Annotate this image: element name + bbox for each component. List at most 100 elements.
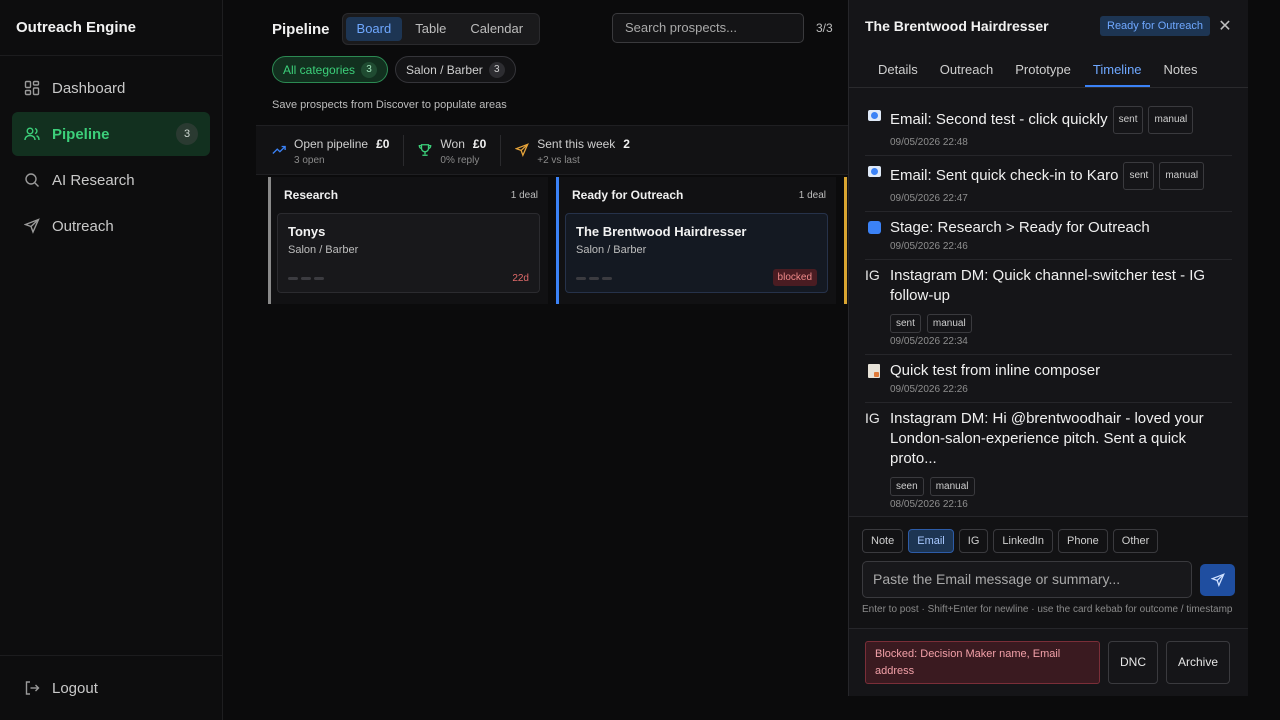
tab-outreach[interactable]: Outreach [932,62,1001,87]
stage-badge[interactable]: Ready for Outreach [1100,16,1210,36]
channel-selector: Note Email IG LinkedIn Phone Other [862,529,1235,553]
users-icon [24,127,40,141]
stat-value: £0 [376,136,390,151]
stat-sub: 0% reply [440,154,480,166]
tab-board[interactable]: Board [345,17,403,41]
logout-icon [25,681,40,695]
logout-button[interactable]: Logout [0,655,222,720]
close-icon[interactable]: ✕ [1218,16,1232,36]
send-icon [1210,573,1225,587]
blocked-reason: Blocked: Decision Maker name, Email addr… [865,641,1100,684]
category-filters: All categories 3 Salon / Barber 3 [272,56,523,83]
timestamp: 09/05/2026 22:34 [890,336,968,347]
tab-table[interactable]: Table [404,17,457,41]
tab-prototype[interactable]: Prototype [1007,62,1079,87]
channel-other[interactable]: Other [1112,529,1159,553]
archive-button[interactable]: Archive [1166,641,1231,684]
tag: sent [1123,162,1155,190]
column-research: Research 1 deal Tonys Salon / Barber 22d [268,177,548,304]
deal-title: Tonys [288,224,326,239]
composer-hint: Enter to post · Shift+Enter for newline … [862,604,1233,615]
pipeline-main: Pipeline Board Table Calendar Search pro… [224,0,848,720]
channel-phone[interactable]: Phone [1057,529,1108,553]
deal-age: 22d [512,273,529,284]
stats-bar: Open pipeline £0 3 open Won £0 0% reply Se… [256,125,848,175]
sidebar-item-label: Pipeline [52,125,110,143]
deal-category: Salon / Barber [576,244,647,256]
chip-count: 3 [488,61,505,78]
timeline-item: Quick test from inline composer 09/05/20… [865,355,1232,403]
timestamp: 09/05/2026 22:26 [890,384,968,395]
sidebar-item-ai-research[interactable]: AI Research [12,158,210,202]
tab-notes[interactable]: Notes [1156,62,1206,87]
progress-dots [576,277,615,280]
stat-value: £0 [472,136,487,151]
timeline-text: Stage: Research > Ready for Outreach [890,219,1150,236]
deal-card[interactable]: The Brentwood Hairdresser Salon / Barber… [565,213,828,293]
channel-note[interactable]: Note [862,529,904,553]
channel-email[interactable]: Email [908,529,954,553]
sidebar-item-dashboard[interactable]: Dashboard [12,66,210,110]
stat-sub: 3 open [294,154,325,166]
channel-ig[interactable]: IG [958,529,989,553]
sidebar-item-pipeline[interactable]: Pipeline 3 [12,112,210,156]
timestamp: 09/05/2026 22:46 [890,241,968,252]
pipeline-count-badge: 3 [176,123,198,145]
timeline-text: Instagram DM: Quick channel-switcher tes… [890,267,1206,304]
timeline-item: IG Instagram DM: Hi @brentwoodhair - lov… [865,403,1232,516]
view-switcher: Board Table Calendar [341,13,541,45]
tag: sent [890,314,921,333]
dnc-button[interactable]: DNC [1108,641,1158,684]
timeline-item: Email: Second test - click quickly sent ma… [865,100,1232,156]
composer-input[interactable]: Paste the Email message or summary... [862,561,1193,598]
prospect-name: The Brentwood Hairdresser [865,18,1049,34]
chip-all-categories[interactable]: All categories 3 [272,56,389,83]
tag: manual [929,477,975,496]
drawer-footer: Blocked: Decision Maker name, Email addr… [849,628,1248,696]
send-button[interactable] [1200,564,1235,596]
sidebar-nav: Dashboard Pipeline 3 AI Research Outreac… [0,56,222,248]
page-title: Pipeline [272,20,330,38]
stat-sent-this-week: Sent this week 2 +2 vs last [515,135,644,166]
sidebar-item-label: Dashboard [52,79,126,97]
chip-count: 3 [361,61,378,78]
column-title: Research [284,188,339,202]
send-icon [515,143,530,157]
drawer-header: The Brentwood Hairdresser Ready for Outr… [849,0,1248,52]
timeline-text: Email: Sent quick check-in to Karo [890,167,1119,184]
sidebar-item-label: Outreach [52,217,114,235]
tag: seen [890,477,924,496]
stat-won: Won £0 0% reply [418,134,502,166]
stage-change-icon [868,221,881,234]
tab-details[interactable]: Details [871,62,926,87]
tab-calendar[interactable]: Calendar [459,17,534,41]
chip-label: All categories [283,62,356,77]
trophy-icon [419,144,432,156]
timeline-item: IG Instagram DM: Quick channel-switcher … [865,260,1232,355]
timestamp: 09/05/2026 22:47 [890,193,968,204]
tag: manual [926,314,972,333]
tag: sent [1112,106,1144,134]
channel-linkedin[interactable]: LinkedIn [993,529,1053,553]
stat-open-pipeline: Open pipeline £0 3 open [272,134,405,166]
stat-label: Open pipeline [294,136,369,151]
column-title: Ready for Outreach [572,188,684,202]
chip-salon-barber[interactable]: Salon / Barber 3 [395,56,516,83]
email-icon [868,110,881,121]
sidebar: Outreach Engine Dashboard Pipeline 3 AI … [0,0,223,720]
stat-sub: +2 vs last [537,154,580,166]
timeline-list[interactable]: Email: Second test - click quickly sent ma… [865,100,1232,516]
logout-label: Logout [52,679,98,697]
tab-timeline[interactable]: Timeline [1084,62,1150,87]
deal-card[interactable]: Tonys Salon / Barber 22d [277,213,540,293]
sidebar-item-outreach[interactable]: Outreach [12,204,210,248]
prospect-drawer: The Brentwood Hairdresser Ready for Outr… [848,0,1248,696]
timeline-text: Email: Second test - click quickly [890,111,1108,128]
instagram-icon: IG [865,267,880,283]
timeline-item: Stage: Research > Ready for Outreach 09/… [865,212,1232,260]
stat-label: Sent this week [537,136,616,151]
search-input[interactable]: Search prospects... [612,13,804,43]
result-count: 3/3 [816,21,833,35]
activity-composer: Note Email IG LinkedIn Phone Other Paste… [849,516,1248,628]
tag: manual [1148,106,1194,134]
